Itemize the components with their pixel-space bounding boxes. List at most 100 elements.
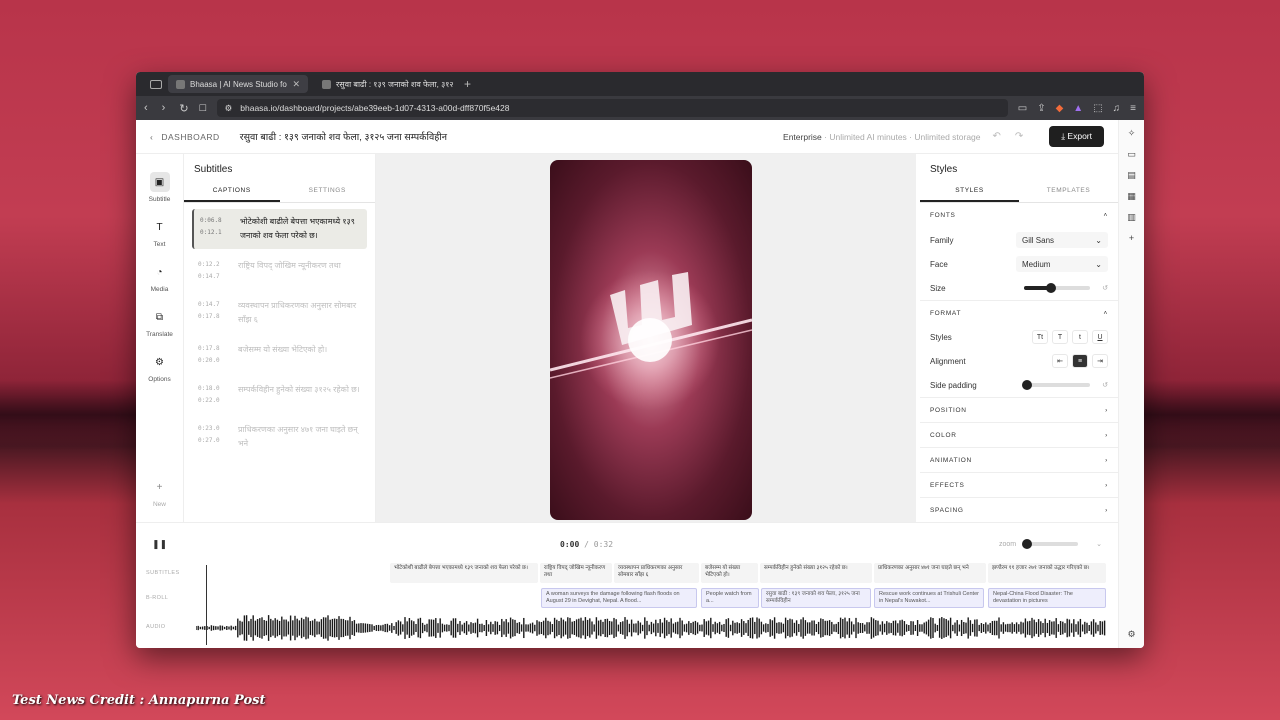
broll-segment[interactable]: People watch from a... [701, 588, 759, 608]
back-icon[interactable]: ‹ [144, 102, 148, 115]
rewards-icon[interactable]: ▲ [1073, 103, 1083, 114]
subtitle-segment[interactable]: प्राधिकरणका अनुसार ४७१ जना घाइते छन् भने [874, 563, 986, 583]
close-tab-icon[interactable]: ✕ [292, 79, 300, 90]
caption-item[interactable]: 0:14.7 0:17.8 व्यवस्थापन प्राधिकरणका अनुसा… [192, 293, 367, 333]
color-section[interactable]: COLOR › [920, 422, 1118, 447]
caption-item[interactable]: 0:23.0 0:27.0 प्राधिकरणका अनुसार ४७१ जना घ… [192, 417, 367, 457]
broll-segment[interactable]: रसुवा बाढी : १३९ जनाको शव फेला, ३१२५ जना… [761, 588, 871, 608]
music-icon[interactable]: ♫ [1113, 103, 1121, 114]
caption-item[interactable]: 0:17.8 0:20.0 बजेसम्म यो संख्या भेटिएको हो… [192, 337, 367, 373]
undo-redo[interactable]: ↶↷ [993, 131, 1038, 142]
audio-waveform[interactable] [196, 613, 1106, 643]
rail-new[interactable]: + New [150, 477, 170, 509]
caption-start[interactable]: 0:12.2 [198, 259, 230, 271]
cast-icon[interactable]: ▭ [1018, 103, 1027, 114]
subtitle-segment[interactable]: सम्पर्कविहीन हुनेको संख्या ३१२५ रहेको छ। [760, 563, 872, 583]
rail-text[interactable]: T Text [150, 217, 170, 249]
chevron-down-icon[interactable]: ⌄ [1096, 540, 1102, 548]
slider-knob[interactable] [1045, 283, 1056, 293]
fonts-section[interactable]: FONTS ˄ [920, 203, 1118, 228]
undo-icon[interactable]: ↶ [993, 131, 1015, 142]
tab-styles[interactable]: STYLES [920, 181, 1019, 202]
bookmark-icon[interactable]: ☐ [199, 103, 207, 114]
caption-start[interactable]: 0:18.0 [198, 383, 230, 395]
side-padding-slider[interactable] [1022, 380, 1091, 390]
tab-settings[interactable]: SETTINGS [280, 181, 376, 202]
tab-templates[interactable]: TEMPLATES [1019, 181, 1118, 202]
align-right-icon[interactable]: ⇥ [1092, 354, 1108, 368]
caption-text[interactable]: प्राधिकरणका अनुसार ४७१ जना घाइते छन् भने [238, 423, 361, 451]
title-case-button[interactable]: Tt [1032, 330, 1048, 344]
caption-end[interactable]: 0:14.7 [198, 271, 230, 283]
spacing-section[interactable]: SPACING › [920, 497, 1118, 522]
broll-segment[interactable]: Rescue work continues at Trishuli Center… [874, 588, 984, 608]
slider-knob[interactable] [1021, 539, 1032, 549]
back-to-dashboard[interactable]: ‹ DASHBOARD [150, 132, 220, 142]
broll-segment[interactable]: A woman surveys the damage following fla… [541, 588, 697, 608]
broll-segment[interactable]: Nepal-China Flood Disaster: The devastat… [988, 588, 1106, 608]
sidebar-toggle-icon[interactable] [150, 79, 162, 89]
uppercase-button[interactable]: T [1052, 330, 1068, 344]
caption-text[interactable]: राष्ट्रिय विपद् जोखिम न्यूनीकरण तथा [238, 259, 341, 283]
caption-text[interactable]: भोटेकोशी बाढीले बेपत्ता भएकामध्ये १३९ जन… [240, 215, 361, 243]
url-field[interactable]: ⚙ bhaasa.io/dashboard/projects/abe39eeb-… [216, 99, 1008, 117]
effects-section[interactable]: EFFECTS › [920, 472, 1118, 497]
new-tab-icon[interactable]: + [464, 77, 471, 91]
size-slider[interactable] [1024, 283, 1091, 293]
subtitle-segment[interactable]: राष्ट्रिय विपद् जोखिम न्यूनीकरण तथा [540, 563, 612, 583]
caption-start[interactable]: 0:06.8 [200, 215, 232, 227]
caption-end[interactable]: 0:17.8 [198, 311, 230, 323]
caption-item[interactable]: 0:06.8 0:12.1 भोटेकोशी बाढीले बेपत्ता भएका… [192, 209, 367, 249]
share-icon[interactable]: ⇪ [1037, 103, 1045, 114]
animation-section[interactable]: ANIMATION › [920, 447, 1118, 472]
tab-bhaasa[interactable]: Bhaasa | AI News Studio fo ✕ [168, 75, 308, 93]
reading-list-icon[interactable]: ▤ [1127, 170, 1136, 181]
video-frame[interactable] [550, 160, 752, 520]
lowercase-button[interactable]: t [1072, 330, 1088, 344]
underline-button[interactable]: U [1092, 330, 1108, 344]
caption-item[interactable]: 0:12.2 0:14.7 राष्ट्रिय विपद् जोखिम न्यूनी… [192, 253, 367, 289]
caption-end[interactable]: 0:12.1 [200, 227, 232, 239]
settings-icon[interactable]: ⚙ [1127, 629, 1135, 640]
project-title[interactable]: रसुवा बाढी : १३९ जनाको शव फेला, ३१२५ जना… [240, 130, 447, 143]
align-center-icon[interactable]: ≡ [1072, 354, 1088, 368]
caption-start[interactable]: 0:14.7 [198, 299, 230, 311]
site-info-icon[interactable]: ⚙ [225, 103, 233, 114]
subtitle-segment[interactable]: भोटेकोशी बाढीले बेपत्ता भएकामध्ये १३९ जन… [390, 563, 538, 583]
export-button[interactable]: ⤓ Export [1049, 126, 1104, 147]
slider-knob[interactable] [1022, 380, 1033, 390]
caption-end[interactable]: 0:20.0 [198, 355, 230, 367]
reload-icon[interactable]: ↻ [179, 102, 188, 115]
brave-shield-icon[interactable]: ◆ [1056, 103, 1064, 114]
align-left-icon[interactable]: ⇤ [1052, 354, 1068, 368]
subtitle-segment[interactable]: झण्डैरम ११ हजार २७१ जनाको उद्धार गरिएको … [988, 563, 1106, 583]
forward-icon[interactable]: › [162, 102, 166, 115]
caption-text[interactable]: सम्पर्कविहीन हुनेको संख्या ३१२५ रहेको छ। [238, 383, 360, 407]
bookmarks-icon[interactable]: ▦ [1127, 191, 1136, 202]
pause-icon[interactable]: ❚❚ [152, 539, 167, 550]
menu-icon[interactable]: ≡ [1130, 103, 1136, 114]
caption-item[interactable]: 0:18.0 0:22.0 सम्पर्कविहीन हुनेको संख्या ३… [192, 377, 367, 413]
rail-subtitle[interactable]: ▣ Subtitle [149, 172, 170, 203]
reset-icon[interactable]: ↺ [1102, 381, 1108, 389]
extensions-icon[interactable]: ⬚ [1093, 103, 1102, 114]
leo-icon[interactable]: ✧ [1128, 128, 1136, 139]
caption-start[interactable]: 0:23.0 [198, 423, 230, 435]
caption-end[interactable]: 0:22.0 [198, 395, 230, 407]
rail-media[interactable]: ◔ Media [150, 262, 170, 294]
caption-end[interactable]: 0:27.0 [198, 435, 230, 447]
caption-text[interactable]: बजेसम्म यो संख्या भेटिएको हो। [238, 343, 327, 367]
rail-options[interactable]: ⚙ Options [148, 352, 170, 384]
position-section[interactable]: POSITION › [920, 397, 1118, 422]
redo-icon[interactable]: ↷ [1015, 131, 1037, 142]
format-section[interactable]: FORMAT ˄ [920, 300, 1118, 325]
font-face-select[interactable]: Medium ⌄ [1016, 256, 1108, 272]
tab-news[interactable]: रसुवा बाढी : १३९ जनाको शव फेला, ३१२५ [314, 75, 454, 93]
reset-icon[interactable]: ↺ [1102, 284, 1108, 292]
playhead[interactable] [206, 565, 207, 645]
wallet-icon[interactable]: ▭ [1127, 149, 1136, 160]
zoom-slider[interactable] [1021, 539, 1079, 549]
tab-captions[interactable]: CAPTIONS [184, 181, 280, 202]
subtitle-segment[interactable]: बजेसम्म यो संख्या भेटिएको हो। [701, 563, 758, 583]
caption-text[interactable]: व्यवस्थापन प्राधिकरणका अनुसार सोमबार साँ… [238, 299, 361, 327]
